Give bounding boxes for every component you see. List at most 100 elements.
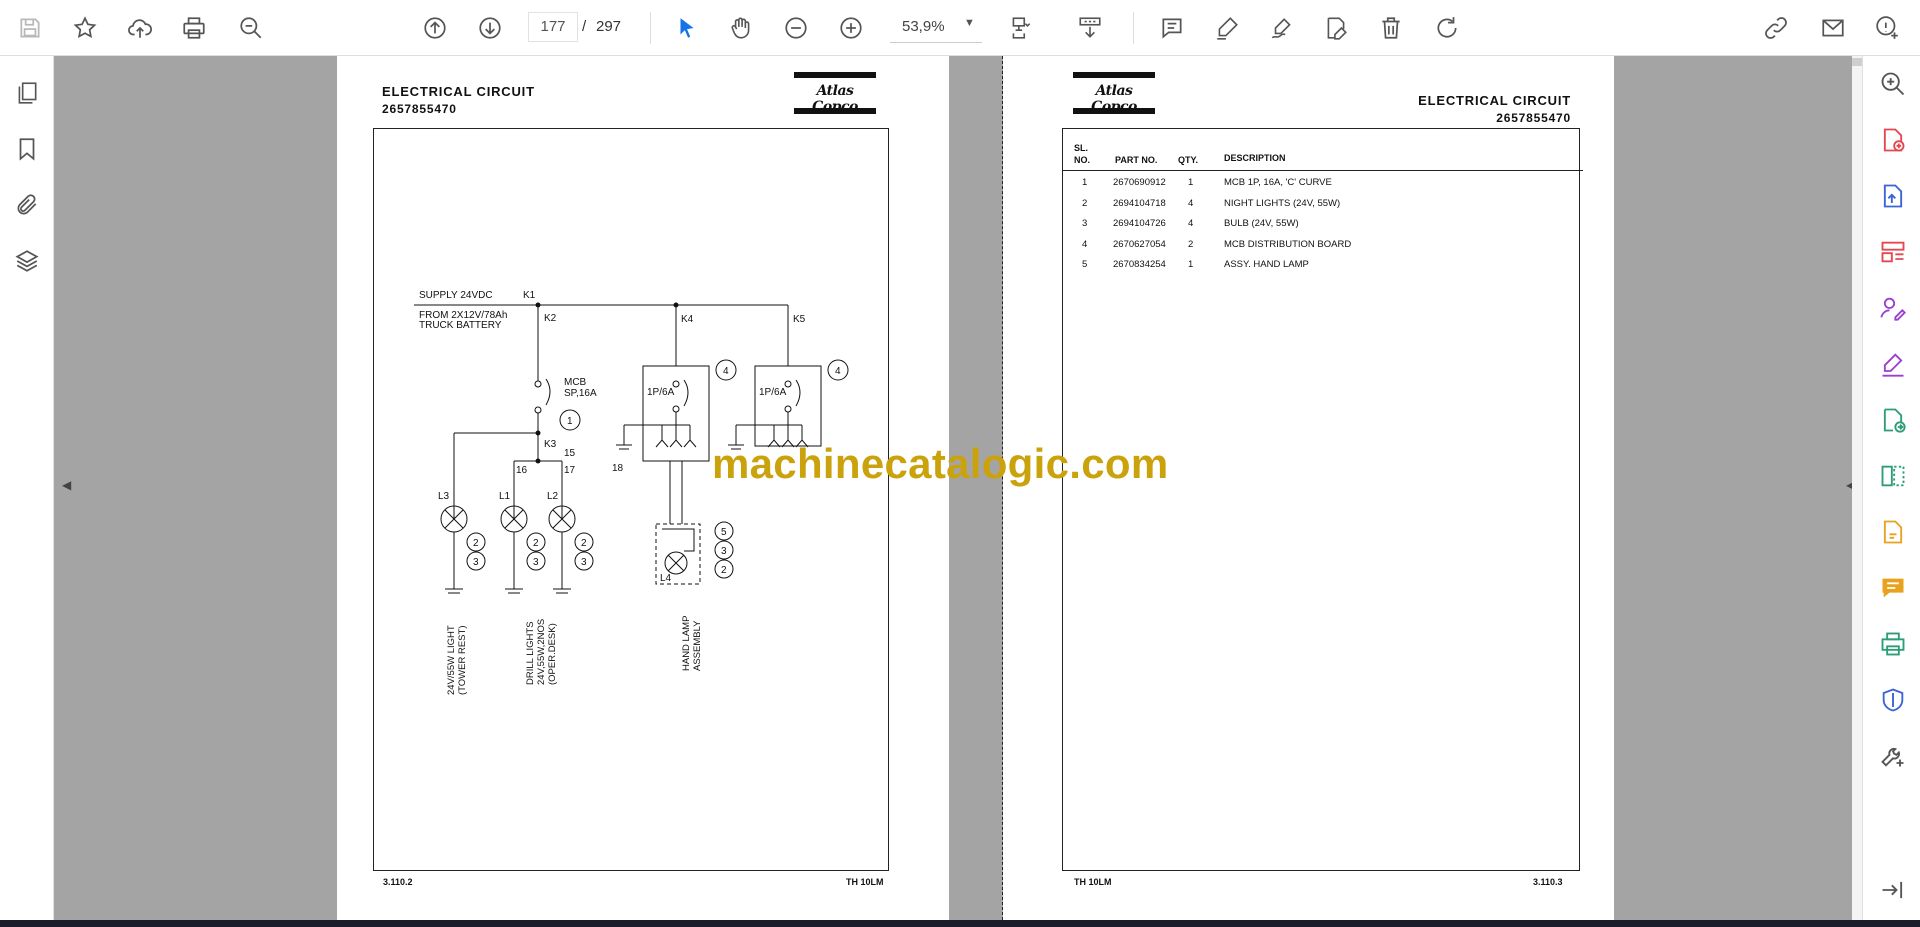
- compare-files-icon[interactable]: [1877, 460, 1909, 492]
- organize-pages-icon[interactable]: [1877, 236, 1909, 268]
- bookmark-star-icon[interactable]: [67, 10, 103, 46]
- cell-description: NIGHT LIGHTS (24V, 55W): [1224, 198, 1341, 209]
- table-row: 1 2670690912 1 MCB 1P, 16A, 'C' CURVE: [1063, 177, 1579, 197]
- diagram-frame: SUPPLY 24VDC K1 FROM 2X12V/78Ah TRUCK BA…: [373, 128, 889, 871]
- mcb-label-1: MCB: [564, 377, 587, 388]
- export-pdf-icon[interactable]: [1877, 180, 1909, 212]
- column-header-part-no: PART NO.: [1115, 155, 1158, 165]
- cell-sl: 3: [1082, 218, 1088, 229]
- column-header-no: NO.: [1074, 155, 1091, 165]
- node-k2: K2: [544, 313, 557, 324]
- electrical-schematic: SUPPLY 24VDC K1 FROM 2X12V/78Ah TRUCK BA…: [414, 290, 849, 696]
- draw-freehand-icon[interactable]: [1264, 10, 1300, 46]
- callout-2: 2: [473, 538, 479, 549]
- wire-16: 16: [516, 465, 528, 476]
- bookmarks-icon[interactable]: [10, 132, 44, 166]
- page-thumbnails-icon[interactable]: [10, 76, 44, 110]
- layers-icon[interactable]: [10, 244, 44, 278]
- hand-tool-icon[interactable]: [723, 10, 759, 46]
- delete-trash-icon[interactable]: [1373, 10, 1409, 46]
- search-icon[interactable]: [233, 10, 269, 46]
- page-footer-left: TH 10LM: [1074, 877, 1112, 887]
- toolbar-divider: [1133, 12, 1134, 44]
- column-header-description: DESCRIPTION: [1224, 153, 1286, 163]
- scroll-mode-icon[interactable]: [1072, 10, 1108, 46]
- fill-sign-icon[interactable]: [1877, 348, 1909, 380]
- parts-list-frame: SL. NO. PART NO. QTY. DESCRIPTION 1 2670…: [1062, 128, 1583, 871]
- right-tools-panel: [1862, 56, 1920, 920]
- document-page-right: Atlas Copco ELECTRICAL CIRCUIT 265785547…: [1003, 56, 1614, 920]
- mcb-label-2: SP,16A: [564, 388, 597, 399]
- main-toolbar: 177 / 297 53,9% ▼: [0, 0, 1920, 56]
- zoom-search-icon[interactable]: [1877, 68, 1909, 100]
- cell-part-no: 2670627054: [1113, 239, 1166, 250]
- table-row: 5 2670834254 1 ASSY. HAND LAMP: [1063, 259, 1579, 279]
- zoom-out-icon[interactable]: [778, 10, 814, 46]
- previous-page-icon[interactable]: [417, 10, 453, 46]
- save-icon[interactable]: [12, 10, 48, 46]
- atlas-copco-logo: Atlas Copco: [794, 72, 876, 115]
- request-signature-icon[interactable]: [1877, 292, 1909, 324]
- caption-hand-lamp-1: HAND LAMP: [681, 616, 692, 671]
- attachments-paperclip-icon[interactable]: [10, 188, 44, 222]
- highlight-pen-icon[interactable]: [1209, 10, 1245, 46]
- supply-label: SUPPLY 24VDC: [419, 290, 493, 301]
- callout-1: 1: [567, 416, 573, 427]
- page-total: 297: [596, 18, 622, 35]
- callout-3: 3: [581, 557, 587, 568]
- cell-description: MCB DISTRIBUTION BOARD: [1224, 239, 1352, 250]
- caption-tower-rest-2: (TOWER REST): [457, 626, 468, 696]
- page-separator: /: [582, 18, 587, 35]
- wire-18: 18: [612, 463, 624, 474]
- collapse-left-panel-icon[interactable]: ◀: [62, 478, 71, 492]
- print-production-icon[interactable]: [1877, 628, 1909, 660]
- cell-description: MCB 1P, 16A, 'C' CURVE: [1224, 177, 1332, 188]
- callout-3: 3: [721, 546, 727, 557]
- node-k1: K1: [523, 290, 536, 301]
- page-title: ELECTRICAL CIRCUIT: [382, 84, 535, 99]
- collapse-tools-panel-icon[interactable]: [1877, 874, 1909, 906]
- cell-part-no: 2694104726: [1113, 218, 1166, 229]
- caption-drill-lights-3: (OPER.DESK): [547, 623, 558, 685]
- print-icon[interactable]: [176, 10, 212, 46]
- os-taskbar-edge: [0, 920, 1920, 927]
- share-link-icon[interactable]: [1758, 10, 1794, 46]
- lamp-l3: L3: [438, 491, 450, 502]
- lamp-l4: L4: [660, 573, 672, 584]
- create-pdf-icon[interactable]: [1877, 124, 1909, 156]
- callout-2: 2: [721, 565, 727, 576]
- next-page-icon[interactable]: [472, 10, 508, 46]
- vertical-scrollbar[interactable]: [1852, 56, 1862, 920]
- send-review-icon[interactable]: [1877, 404, 1909, 436]
- comment-panel-icon[interactable]: [1877, 572, 1909, 604]
- document-viewer[interactable]: ◀ ELECTRICAL CIRCUIT 2657855470 Atlas Co…: [54, 56, 1862, 920]
- cell-qty: 4: [1188, 198, 1194, 209]
- zoom-level-select[interactable]: 53,9% ▼: [890, 12, 982, 43]
- protect-shield-icon[interactable]: [1877, 684, 1909, 716]
- zoom-in-icon[interactable]: [833, 10, 869, 46]
- upload-cloud-icon[interactable]: [122, 10, 158, 46]
- left-navigation-panel: [0, 56, 54, 920]
- page-number-input[interactable]: 177: [528, 12, 578, 42]
- cell-sl: 1: [1082, 177, 1088, 188]
- cell-part-no: 2670834254: [1113, 259, 1166, 270]
- redo-rotate-icon[interactable]: [1429, 10, 1465, 46]
- scan-ocr-icon[interactable]: [1877, 516, 1909, 548]
- callout-4: 4: [723, 366, 729, 377]
- more-tools-icon[interactable]: [1877, 740, 1909, 772]
- edit-text-icon[interactable]: [1318, 10, 1354, 46]
- cell-sl: 2: [1082, 198, 1088, 209]
- page-fit-icon[interactable]: [1003, 10, 1039, 46]
- breaker-label-a: 1P/6A: [647, 387, 675, 398]
- add-user-icon[interactable]: [1870, 10, 1906, 46]
- comment-icon[interactable]: [1154, 10, 1190, 46]
- email-icon[interactable]: [1815, 10, 1851, 46]
- scrollbar-thumb[interactable]: [1852, 58, 1862, 66]
- cell-qty: 4: [1188, 218, 1194, 229]
- wire-15: 15: [564, 448, 576, 459]
- select-cursor-icon[interactable]: [669, 10, 705, 46]
- drawing-number: 2657855470: [1496, 111, 1571, 125]
- chevron-down-icon: ▼: [964, 17, 975, 29]
- cell-sl: 4: [1082, 239, 1088, 250]
- table-row: 2 2694104718 4 NIGHT LIGHTS (24V, 55W): [1063, 198, 1579, 218]
